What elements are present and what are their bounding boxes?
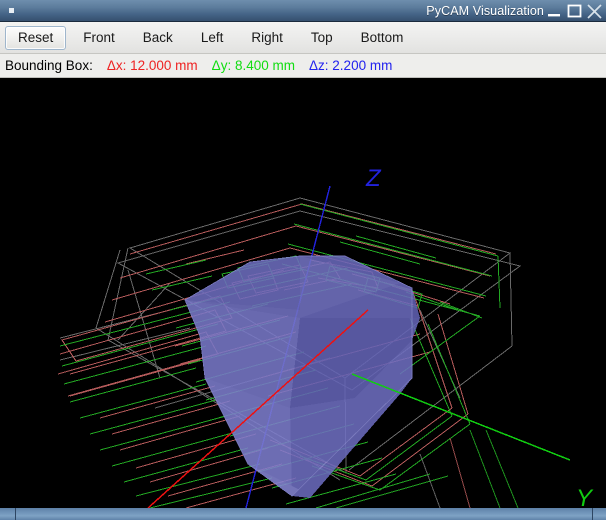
close-icon[interactable] <box>585 1 604 21</box>
top-view-button[interactable]: Top <box>300 26 344 50</box>
bbox-delta-z-axis: Δz: <box>309 58 329 73</box>
view-toolbar: Reset Front Back Left Right Top Bottom <box>0 22 606 54</box>
right-view-button[interactable]: Right <box>240 26 294 50</box>
bbox-delta-y: Δy: 8.400 mm <box>212 58 295 73</box>
bounding-box-label: Bounding Box: <box>5 58 93 73</box>
window-resize-edge[interactable] <box>0 508 606 520</box>
back-view-button[interactable]: Back <box>132 26 184 50</box>
bottom-view-button[interactable]: Bottom <box>350 26 415 50</box>
left-view-button[interactable]: Left <box>190 26 235 50</box>
app-square-icon <box>9 8 14 13</box>
front-view-button[interactable]: Front <box>72 26 126 50</box>
y-axis-label: Y <box>576 485 594 508</box>
bbox-delta-x: Δx: 12.000 mm <box>107 58 198 73</box>
reset-view-button[interactable]: Reset <box>5 25 67 50</box>
bounding-box-bar: Bounding Box: Δx: 12.000 mm Δy: 8.400 mm… <box>0 54 606 78</box>
minimize-icon[interactable] <box>545 1 564 21</box>
3d-viewport[interactable]: Z Y <box>0 78 606 508</box>
resize-grip-left[interactable] <box>15 508 16 520</box>
window-title-bar[interactable]: PyCAM Visualization <box>0 0 606 22</box>
maximize-icon[interactable] <box>565 1 584 21</box>
bbox-delta-z-value: 2.200 mm <box>332 58 393 73</box>
bbox-delta-z: Δz: 2.200 mm <box>309 58 392 73</box>
z-axis-label: Z <box>365 165 382 192</box>
pycam-visualization-window: PyCAM Visualization Reset Front Back Lef… <box>0 0 606 520</box>
bbox-delta-x-value: 12.000 mm <box>130 58 198 73</box>
window-title: PyCAM Visualization <box>426 3 544 18</box>
bbox-delta-y-axis: Δy: <box>211 58 232 73</box>
bbox-delta-x-axis: Δx: <box>106 58 127 73</box>
resize-grip-right[interactable] <box>592 508 593 520</box>
bbox-delta-y-value: 8.400 mm <box>234 58 295 73</box>
